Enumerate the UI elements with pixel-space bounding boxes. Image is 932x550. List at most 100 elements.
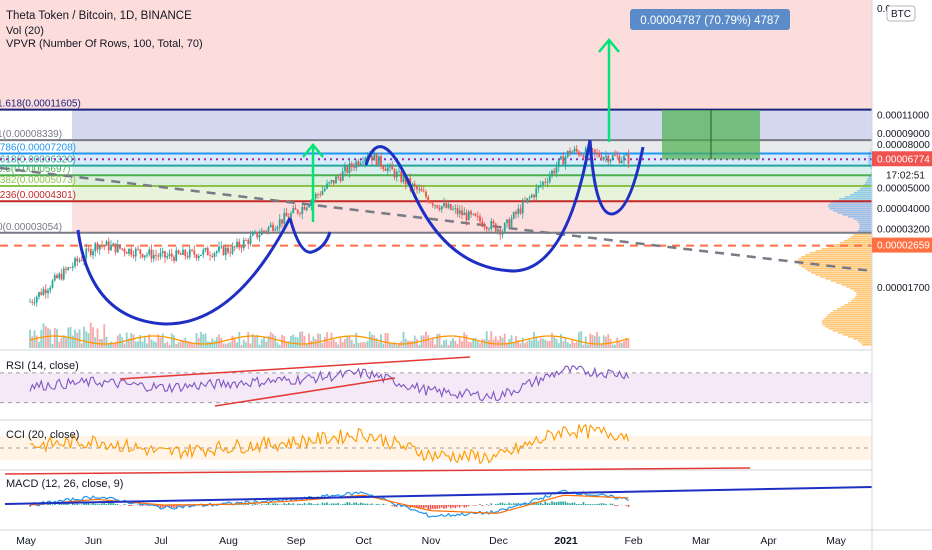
- candle-body: [562, 156, 565, 165]
- volume-bar: [110, 341, 112, 348]
- macd-hist-bar: [537, 503, 540, 505]
- candle-body: [519, 208, 522, 214]
- volume-bar: [607, 333, 610, 348]
- volume-bar: [386, 333, 389, 348]
- macd-hist-bar: [434, 505, 436, 510]
- currency-badge[interactable]: BTC: [891, 9, 911, 20]
- macd-hist-bar: [503, 503, 506, 505]
- candle-body: [447, 204, 450, 208]
- volume-bar: [429, 340, 432, 348]
- candle-body: [89, 249, 92, 256]
- volume-bars: [29, 322, 630, 348]
- candle-body: [445, 203, 448, 208]
- volume-bar: [542, 338, 544, 348]
- candle-body: [251, 233, 254, 236]
- macd-hist-bar: [443, 505, 445, 509]
- candle-body: [600, 156, 603, 160]
- vpvr-bar: [830, 280, 872, 282]
- volume-bar: [105, 336, 108, 348]
- candle-body: [328, 182, 331, 184]
- volume-bar: [364, 342, 367, 348]
- macd-hist-bar: [308, 502, 310, 505]
- candle-body: [215, 251, 218, 254]
- macd-hist-bar: [94, 503, 97, 505]
- vpvr-bar: [837, 212, 872, 214]
- candle-body: [508, 219, 511, 227]
- volume-bar: [85, 331, 88, 348]
- macd-hist-bar: [105, 503, 108, 505]
- volume-bar: [447, 344, 450, 348]
- macd-hist-bar: [87, 503, 90, 505]
- candle-body: [544, 181, 547, 183]
- candle-body: [483, 226, 486, 228]
- candle-body: [31, 301, 34, 303]
- volume-bar: [274, 336, 277, 348]
- candle-body: [96, 243, 99, 250]
- volume-bar: [296, 337, 299, 348]
- vpvr-bar: [828, 246, 872, 248]
- fib-label: 1.618(0.00011605): [0, 99, 81, 110]
- volume-bar: [301, 331, 304, 348]
- vpvr-bar: [859, 188, 872, 190]
- candle-body: [112, 243, 115, 245]
- vpvr-bar: [867, 178, 872, 180]
- candle-body: [560, 156, 562, 160]
- vpvr-bar: [853, 338, 872, 340]
- volume-bar: [580, 331, 583, 348]
- volume-bar: [332, 339, 335, 348]
- time-axis[interactable]: May Jun Jul Aug Sep Oct Nov Dec 2021 Feb Mar Apr May: [0, 529, 932, 547]
- candle-body: [472, 213, 475, 215]
- vpvr-bar: [821, 248, 872, 250]
- candle-body: [265, 231, 268, 232]
- time-tick: Oct: [355, 535, 371, 547]
- vpvr-bar: [856, 294, 872, 296]
- volume-bar: [445, 339, 448, 348]
- candle-body: [128, 248, 130, 254]
- volume-bar: [209, 341, 211, 348]
- volume-bar: [530, 340, 533, 348]
- macd-hist-bar: [605, 503, 607, 505]
- candle-body: [598, 152, 601, 157]
- candle-body: [474, 213, 477, 216]
- macd-hist-bar: [265, 504, 268, 505]
- trading-chart[interactable]: 1(0.00008339).786(0.00007208).618(0.0000…: [0, 0, 932, 550]
- macd-hist-bar: [544, 501, 547, 505]
- vpvr-bar: [804, 254, 872, 256]
- volume-bar: [524, 343, 526, 348]
- macd-hist-bar: [321, 502, 324, 505]
- price-axis[interactable]: 0.00.000110000.000090000.000080000.00007…: [871, 0, 932, 550]
- candle-body: [263, 230, 265, 232]
- volume-bar: [377, 342, 380, 348]
- volume-bar: [440, 344, 443, 348]
- volume-bar: [53, 327, 56, 348]
- time-tick: Nov: [422, 535, 441, 547]
- candle-body: [148, 249, 151, 255]
- candle-body: [510, 218, 513, 227]
- macd-hist-bar: [76, 503, 79, 505]
- volume-bar: [553, 336, 556, 348]
- macd-hist-bar: [335, 503, 337, 505]
- macd-hist-bar: [89, 504, 92, 505]
- candle-body: [454, 208, 457, 209]
- candle-body: [191, 249, 193, 251]
- current-price-label: 0.00006774: [877, 154, 930, 165]
- volume-bar: [510, 335, 513, 348]
- macd-hist-bar: [445, 505, 448, 509]
- vpvr-bar: [836, 308, 872, 310]
- volume-bar: [427, 335, 430, 348]
- macd-hist-bar: [497, 503, 499, 505]
- vpvr-bar: [837, 332, 872, 334]
- volume-bar: [119, 333, 121, 348]
- candle-body: [224, 247, 227, 256]
- candle-body: [539, 185, 542, 187]
- vpvr-bar: [853, 218, 872, 220]
- candle-body: [499, 229, 502, 235]
- macd-hist-bar: [499, 502, 502, 505]
- macd-hist-bar: [580, 504, 583, 505]
- volume-bar: [58, 341, 61, 348]
- volume-bar: [146, 343, 148, 348]
- vpvr-bar: [857, 190, 872, 192]
- volume-bar: [589, 333, 592, 348]
- volume-bar: [94, 337, 97, 348]
- candle-body: [605, 155, 607, 158]
